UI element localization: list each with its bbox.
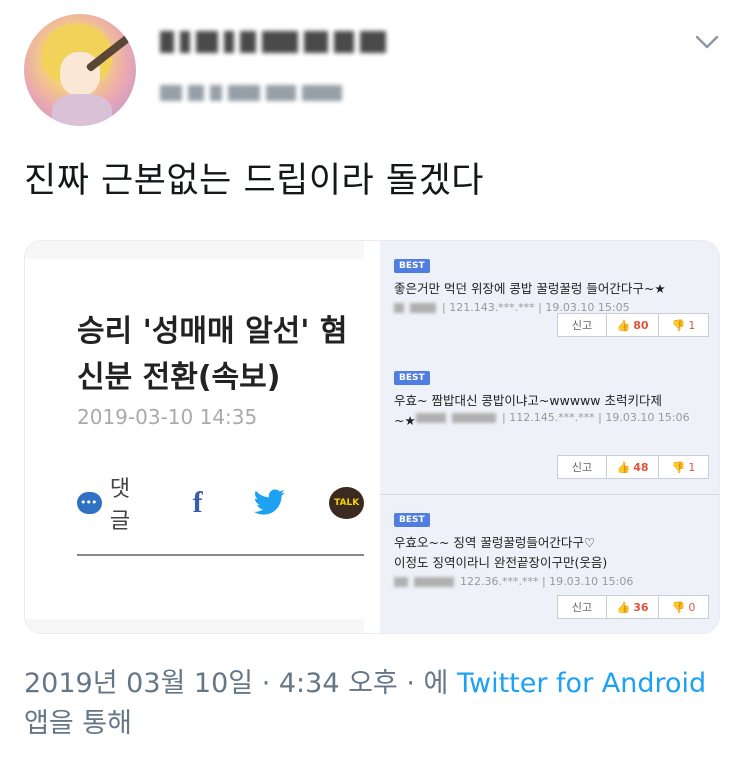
profile-avatar[interactable] [24, 14, 136, 126]
best-badge: BEST [394, 513, 430, 527]
comment-icon [77, 492, 102, 514]
share-row: 댓글 f TALK [77, 471, 364, 535]
thumbs-up-icon: 👍 [616, 460, 631, 474]
article-date: 2019-03-10 14:35 [77, 405, 258, 429]
twitter-bird-icon[interactable] [253, 488, 286, 518]
thumbs-up-icon: 👍 [616, 600, 631, 614]
comment-ip-date: 122.36.***.*** | 19.03.10 15:06 [460, 575, 634, 588]
upvote-count: 80 [633, 318, 649, 332]
blurred-display-name[interactable] [160, 28, 386, 56]
blurred-nickname [394, 302, 404, 313]
comment-actions: 신고 👍 80 👎 1 [557, 313, 709, 337]
blurred-nickname [414, 576, 454, 587]
downvote-count: 1 [688, 318, 696, 332]
downvote-count: 1 [688, 460, 696, 474]
report-button[interactable]: 신고 [557, 455, 607, 479]
via-suffix: 앱을 통해 [24, 708, 132, 739]
upvote-count: 48 [633, 460, 649, 474]
tweet-date[interactable]: 2019년 03월 10일 [24, 668, 253, 699]
downvote-button[interactable]: 👎 1 [659, 455, 709, 479]
facebook-icon[interactable]: f [193, 486, 203, 520]
downvote-button[interactable]: 👎 0 [659, 595, 709, 619]
via-prefix: 에 [423, 668, 457, 699]
thumbs-down-icon: 👎 [671, 318, 686, 332]
blurred-username[interactable] [160, 82, 342, 104]
article-divider [77, 554, 364, 556]
blurred-nickname [394, 576, 408, 587]
blurred-nickname [410, 302, 436, 313]
tweet-footer: 2019년 03월 10일 · 4:34 오후 · 에 Twitter for … [24, 664, 724, 744]
comment-ip-date: | 112.145.***.*** | 19.03.10 15:06 [502, 411, 690, 424]
comment-share-button[interactable]: 댓글 [77, 471, 149, 535]
report-button[interactable]: 신고 [557, 313, 607, 337]
tweet-time[interactable]: 4:34 오후 [279, 668, 398, 699]
comment-label: 댓글 [109, 477, 131, 534]
avatar-body [52, 94, 112, 126]
article-screenshot[interactable]: 승리 '성매매 알선' 혐 신분 전환(속보) 2019-03-10 14:35… [25, 241, 364, 633]
upvote-count: 36 [633, 600, 649, 614]
thumbs-down-icon: 👎 [671, 460, 686, 474]
client-link[interactable]: Twitter for Android [457, 668, 706, 699]
tweet-media[interactable]: 승리 '성매매 알선' 혐 신분 전환(속보) 2019-03-10 14:35… [24, 240, 720, 634]
comment-actions: 신고 👍 48 👎 1 [557, 455, 709, 479]
media-gap [364, 241, 380, 633]
kakaotalk-icon[interactable]: TALK [329, 487, 364, 519]
separator: · [253, 668, 279, 699]
report-button[interactable]: 신고 [557, 595, 607, 619]
best-comment: BEST 우효오~~ 징역 꿀렁꿀렁들어간다구♡ 이정도 징역이라니 완전끝장이… [380, 495, 719, 633]
upvote-button[interactable]: 👍 80 [607, 313, 659, 337]
thumbs-up-icon: 👍 [616, 318, 631, 332]
blurred-nickname [452, 412, 496, 423]
separator: · [397, 668, 424, 699]
thumbs-down-icon: 👎 [671, 600, 686, 614]
comments-screenshot[interactable]: BEST 좋은거만 먹던 위장에 콩밥 꿀렁꿀렁 들어간다구~★ | 121.1… [380, 241, 719, 633]
downvote-count: 0 [688, 600, 696, 614]
comment-meta: | 112.145.***.*** | 19.03.10 15:06 [394, 411, 707, 424]
comment-text: 우효오~~ 징역 꿀렁꿀렁들어간다구♡ 이정도 징역이라니 완전끝장이구만(웃음… [394, 535, 608, 570]
article-headline: 승리 '성매매 알선' 혐 신분 전환(속보) [77, 314, 348, 395]
comment-text: 좋은거만 먹던 위장에 콩밥 꿀렁꿀렁 들어간다구~★ [394, 281, 666, 296]
tweet-text: 진짜 근본없는 드립이라 돌겠다 [24, 161, 484, 201]
comment-actions: 신고 👍 36 👎 0 [557, 595, 709, 619]
comment-meta: 122.36.***.*** | 19.03.10 15:06 [394, 575, 707, 588]
downvote-button[interactable]: 👎 1 [659, 313, 709, 337]
upvote-button[interactable]: 👍 48 [607, 455, 659, 479]
blurred-nickname [416, 412, 446, 423]
best-comment: BEST 우효~ 짬밥대신 콩밥이냐고~wwwww 초럭키다제 ~★ | 112… [380, 353, 719, 495]
best-badge: BEST [394, 259, 430, 273]
upvote-button[interactable]: 👍 36 [607, 595, 659, 619]
best-badge: BEST [394, 371, 430, 385]
chevron-down-icon[interactable] [694, 32, 720, 52]
article-card: 승리 '성매매 알선' 혐 신분 전환(속보) 2019-03-10 14:35… [25, 259, 364, 619]
